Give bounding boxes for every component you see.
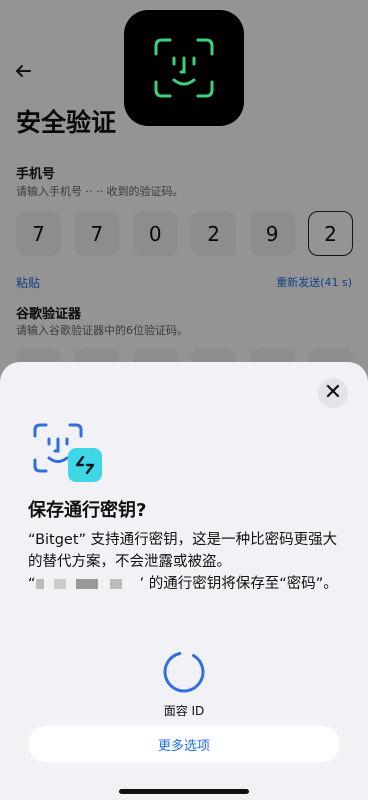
faceid-icon [154,38,214,98]
sheet-body-quote-open: “ [28,576,36,592]
more-options-button[interactable]: 更多选项 [28,726,340,762]
bitget-logo-icon [68,448,102,482]
sheet-body: “Bitget” 支持通行密钥，这是一种比密码更强大的替代方案，不会泄露或被盗。… [28,529,344,595]
faceid-prompt [124,10,244,126]
passkey-sheet: ✕ 保存通行密钥? “Bitget” 支持通行密钥，这是一种比密码更强大的替代方… [0,362,368,800]
masked-account [35,579,140,589]
sheet-body-line1: “Bitget” 支持通行密钥，这是一种比密码更强大的替代方案，不会泄露或被盗。 [28,532,338,570]
passkey-icon-group [32,422,104,486]
close-button[interactable]: ✕ [318,378,348,408]
close-icon: ✕ [323,380,343,405]
sheet-body-line2: ’ 的通行密钥将保存至“密码”。 [139,576,338,592]
loading-spinner-icon [162,650,206,694]
sheet-title: 保存通行密钥? [28,500,147,521]
faceid-label: 面容 ID [163,704,205,718]
home-indicator [119,789,249,794]
